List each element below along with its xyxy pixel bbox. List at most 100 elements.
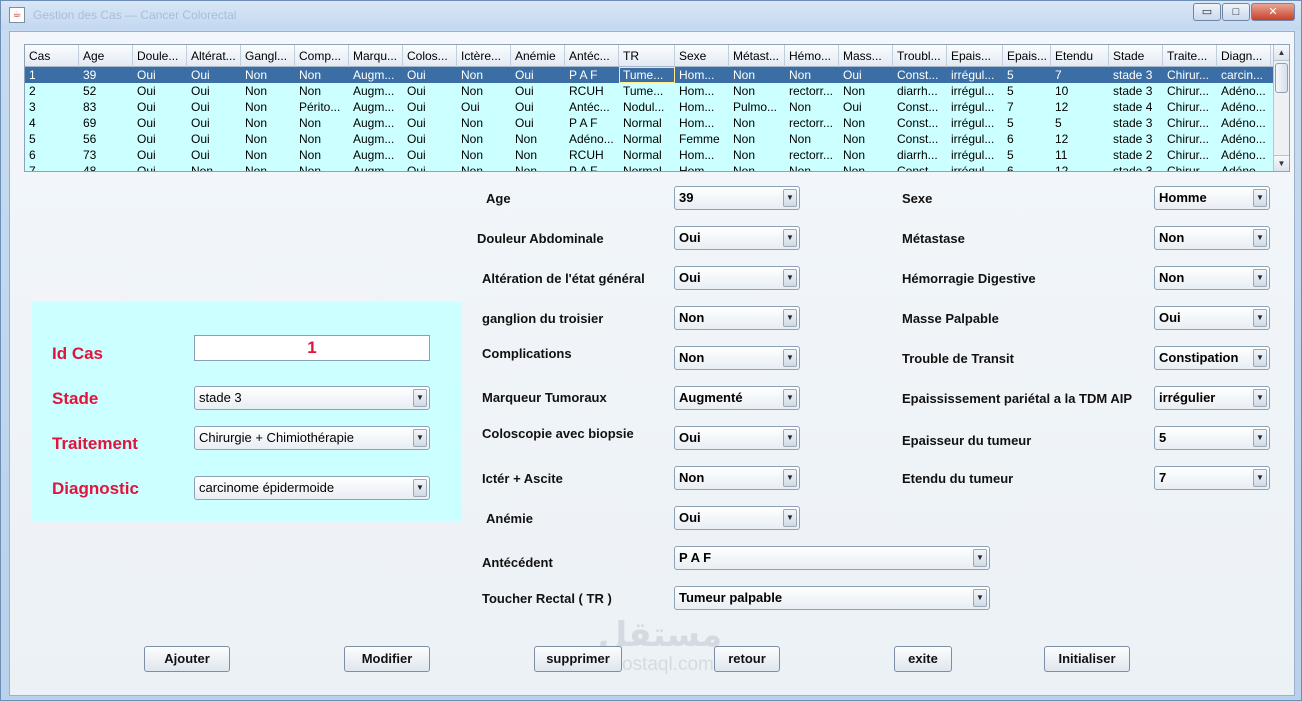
table-cell[interactable]: Oui: [403, 83, 457, 99]
table-cell[interactable]: Augm...: [349, 99, 403, 115]
table-cell[interactable]: Non: [511, 131, 565, 147]
ganglion-select[interactable]: Non ▼: [674, 306, 800, 330]
column-header[interactable]: Marqu...: [349, 45, 403, 67]
table-cell[interactable]: 5: [25, 131, 79, 147]
column-header[interactable]: Doule...: [133, 45, 187, 67]
table-row[interactable]: 5 56 Oui Oui Non Non Augm... Oui Non Non Adéno... N…: [25, 131, 1289, 147]
table-cell[interactable]: Oui: [403, 115, 457, 131]
minimize-button[interactable]: ▭: [1193, 3, 1221, 21]
table-cell[interactable]: 48: [79, 163, 133, 171]
epaississement-select[interactable]: irrégulier ▼: [1154, 386, 1270, 410]
table-cell[interactable]: irrégul...: [947, 115, 1003, 131]
close-button[interactable]: ✕: [1251, 3, 1295, 21]
exite-button[interactable]: exite: [894, 646, 952, 672]
column-header[interactable]: Epais...: [947, 45, 1003, 67]
table-cell[interactable]: Const...: [893, 67, 947, 83]
cases-table[interactable]: Cas Age Doule... Altérat... Gangl... Comp... M…: [24, 44, 1290, 172]
table-cell[interactable]: Non: [457, 83, 511, 99]
table-cell[interactable]: Chirur...: [1163, 163, 1217, 171]
table-cell[interactable]: Augm...: [349, 147, 403, 163]
table-cell[interactable]: Antéc...: [565, 99, 619, 115]
coloscopie-select[interactable]: Oui ▼: [674, 426, 800, 450]
table-cell[interactable]: Oui: [457, 99, 511, 115]
table-cell[interactable]: Oui: [133, 115, 187, 131]
table-cell[interactable]: Augm...: [349, 115, 403, 131]
table-row[interactable]: 2 52 Oui Oui Non Non Augm... Oui Non Oui RCUH Tume.…: [25, 83, 1289, 99]
table-cell[interactable]: Oui: [511, 115, 565, 131]
table-cell[interactable]: 2: [25, 83, 79, 99]
table-cell[interactable]: 56: [79, 131, 133, 147]
table-cell[interactable]: Non: [241, 83, 295, 99]
ajouter-button[interactable]: Ajouter: [144, 646, 230, 672]
table-cell[interactable]: Oui: [403, 67, 457, 83]
column-header[interactable]: Etendu: [1051, 45, 1109, 67]
anemie-select[interactable]: Oui ▼: [674, 506, 800, 530]
table-cell[interactable]: 12: [1051, 131, 1109, 147]
table-cell[interactable]: Oui: [511, 99, 565, 115]
table-cell[interactable]: Adéno...: [565, 131, 619, 147]
column-header[interactable]: Cas: [25, 45, 79, 67]
sexe-select[interactable]: Homme ▼: [1154, 186, 1270, 210]
column-header[interactable]: Gangl...: [241, 45, 295, 67]
table-cell[interactable]: 4: [25, 115, 79, 131]
table-cell[interactable]: 7: [1051, 67, 1109, 83]
table-cell[interactable]: Non: [729, 131, 785, 147]
table-cell[interactable]: Non: [295, 115, 349, 131]
table-cell[interactable]: Adéno...: [1217, 163, 1271, 171]
metastase-select[interactable]: Non ▼: [1154, 226, 1270, 250]
modifier-button[interactable]: Modifier: [344, 646, 430, 672]
table-row[interactable]: 3 83 Oui Oui Non Périto... Augm... Oui Oui Oui Ant…: [25, 99, 1289, 115]
table-cell[interactable]: P A F: [565, 67, 619, 83]
table-cell[interactable]: stade 3: [1109, 67, 1163, 83]
table-cell[interactable]: 69: [79, 115, 133, 131]
diagnostic-select[interactable]: carcinome épidermoide ▼: [194, 476, 430, 500]
table-cell[interactable]: Périto...: [295, 99, 349, 115]
id-cas-field[interactable]: 1: [194, 335, 430, 361]
table-scrollbar[interactable]: ▲ ▼: [1273, 45, 1289, 171]
table-cell[interactable]: Chirur...: [1163, 147, 1217, 163]
table-cell[interactable]: Non: [187, 163, 241, 171]
table-cell[interactable]: 7: [1003, 99, 1051, 115]
table-cell[interactable]: Non: [457, 131, 511, 147]
table-cell[interactable]: irrégul...: [947, 99, 1003, 115]
table-cell[interactable]: P A F: [565, 115, 619, 131]
table-cell[interactable]: Non: [839, 147, 893, 163]
table-cell[interactable]: Oui: [187, 99, 241, 115]
scroll-down-icon[interactable]: ▼: [1274, 155, 1289, 171]
column-header[interactable]: Altérat...: [187, 45, 241, 67]
table-cell[interactable]: Adéno...: [1217, 115, 1271, 131]
table-cell[interactable]: Oui: [403, 163, 457, 171]
table-cell[interactable]: Augm...: [349, 163, 403, 171]
table-cell[interactable]: Const...: [893, 163, 947, 171]
traitement-select[interactable]: Chirurgie + Chimiothérapie ▼: [194, 426, 430, 450]
table-cell[interactable]: Oui: [839, 67, 893, 83]
table-cell[interactable]: rectorr...: [785, 147, 839, 163]
table-cell[interactable]: carcin...: [1217, 67, 1271, 83]
table-cell[interactable]: Augm...: [349, 131, 403, 147]
column-header[interactable]: Traite...: [1163, 45, 1217, 67]
column-header[interactable]: Antéc...: [565, 45, 619, 67]
alteration-select[interactable]: Oui ▼: [674, 266, 800, 290]
table-cell[interactable]: Oui: [403, 131, 457, 147]
table-cell[interactable]: 1: [25, 67, 79, 83]
table-cell[interactable]: Tume...: [619, 67, 675, 83]
icter-select[interactable]: Non ▼: [674, 466, 800, 490]
table-cell[interactable]: Non: [839, 115, 893, 131]
trouble-select[interactable]: Constipation ▼: [1154, 346, 1270, 370]
table-cell[interactable]: diarrh...: [893, 83, 947, 99]
table-cell[interactable]: Non: [839, 131, 893, 147]
table-cell[interactable]: rectorr...: [785, 83, 839, 99]
table-cell[interactable]: diarrh...: [893, 147, 947, 163]
table-cell[interactable]: Normal: [619, 147, 675, 163]
table-cell[interactable]: Non: [241, 115, 295, 131]
table-cell[interactable]: Non: [729, 115, 785, 131]
table-cell[interactable]: Oui: [133, 83, 187, 99]
table-row[interactable]: 7 48 Oui Non Non Non Augm... Oui Non Non P A F Norm…: [25, 163, 1289, 171]
column-header[interactable]: Colos...: [403, 45, 457, 67]
table-cell[interactable]: Non: [241, 131, 295, 147]
table-cell[interactable]: Oui: [187, 131, 241, 147]
hemorragie-select[interactable]: Non ▼: [1154, 266, 1270, 290]
table-cell[interactable]: Oui: [133, 147, 187, 163]
table-cell[interactable]: Non: [457, 115, 511, 131]
table-cell[interactable]: Tume...: [619, 83, 675, 99]
